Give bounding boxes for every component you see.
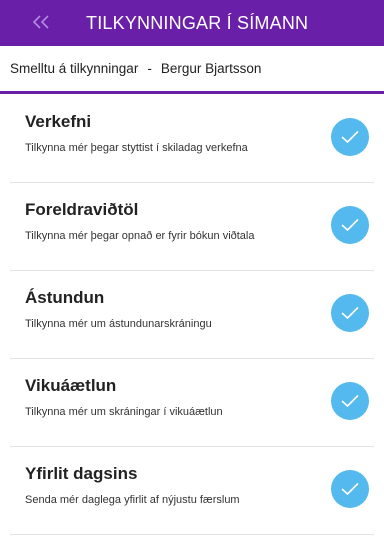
item-description: Tilkynna mér um skráningar í vikuáætlun [25,406,223,418]
notification-item-verkefni[interactable]: Verkefni Tilkynna mér þegar styttist í s… [0,94,384,183]
item-description: Tilkynna mér þegar styttist í skiladag v… [25,142,248,154]
subheader-separator: - [147,61,152,76]
item-description: Tilkynna mér þegar opnað er fyrir bókun … [25,230,255,242]
checkmark-toggle[interactable] [331,118,369,156]
item-title: Foreldraviðtöl [25,200,139,219]
check-icon [341,482,359,496]
subheader-label: Smelltu á tilkynningar [10,61,139,76]
subheader: Smelltu á tilkynningar - Bergur Bjartsso… [0,46,384,94]
checkmark-toggle[interactable] [331,382,369,420]
app-header: TILKYNNINGAR Í SÍMANN [0,0,384,46]
double-chevron-left-icon [32,15,49,29]
item-title: Verkefni [25,112,92,131]
item-title: Vikuáætlun [25,376,117,395]
notification-item-yfirlit-dagsins[interactable]: Yfirlit dagsins Senda mér daglega yfirli… [0,446,384,535]
subheader-user: Bergur Bjartsson [160,61,262,76]
page-title: TILKYNNINGAR Í SÍMANN [86,12,309,33]
back-button[interactable] [26,8,58,36]
check-icon [341,306,359,320]
item-description: Senda mér daglega yfirlit af nýjustu fær… [25,494,240,506]
item-title: Ástundun [25,288,105,307]
notification-item-foreldravidtol[interactable]: Foreldraviðtöl Tilkynna mér þegar opnað … [0,182,384,271]
checkmark-toggle[interactable] [331,206,369,244]
checkmark-toggle[interactable] [331,470,369,508]
divider [10,534,374,535]
notification-item-vikuaaetlun[interactable]: Vikuáætlun Tilkynna mér um skráningar í … [0,358,384,447]
check-icon [341,130,359,144]
notification-list: Verkefni Tilkynna mér þegar styttist í s… [0,94,384,535]
check-icon [341,394,359,408]
check-icon [341,218,359,232]
item-description: Tilkynna mér um ástundunarskráningu [25,318,212,330]
checkmark-toggle[interactable] [331,294,369,332]
notification-item-astundun[interactable]: Ástundun Tilkynna mér um ástundunarskrán… [0,270,384,359]
item-title: Yfirlit dagsins [25,464,138,483]
